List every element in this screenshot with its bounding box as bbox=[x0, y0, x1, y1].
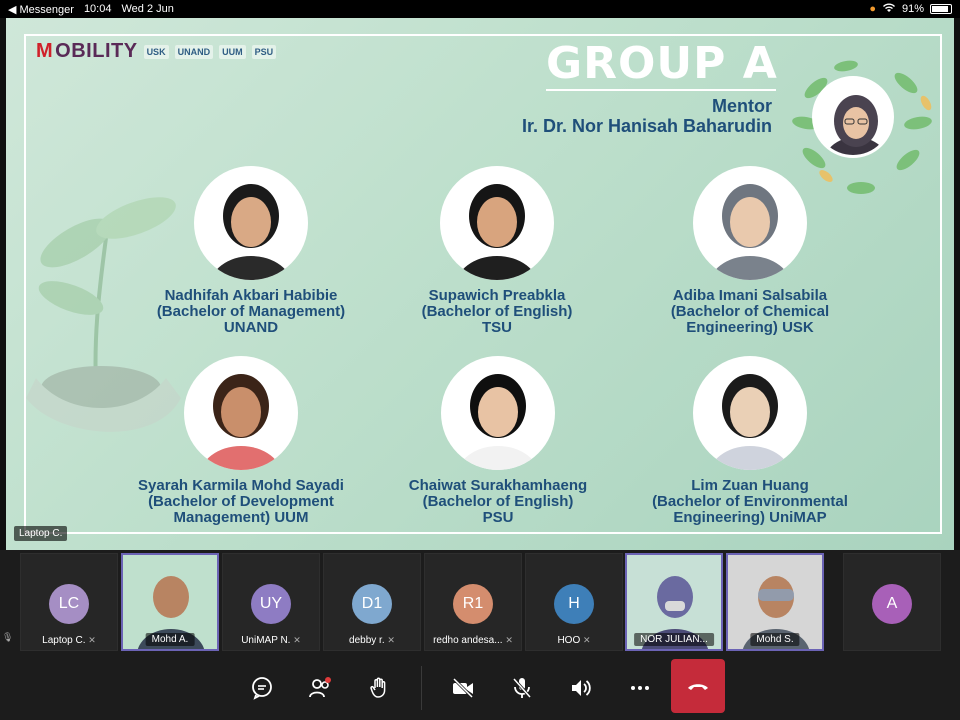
member-degree: (Bachelor of Management) bbox=[156, 303, 346, 320]
member-card: Syarah Karmila Mohd Sayadi (Bachelor of D… bbox=[121, 356, 361, 526]
member-degree: (Bachelor of English) bbox=[422, 493, 574, 510]
toolbar-divider bbox=[421, 666, 422, 710]
member-photo bbox=[194, 166, 308, 280]
battery-percent: 91% bbox=[901, 3, 924, 15]
status-bar: ◀ Messenger 10:04 Wed 2 Jun ● 91% bbox=[0, 0, 960, 18]
presentation-slide: M OBILITY USK UNAND UUM PSU GROUP A Mento… bbox=[6, 18, 954, 550]
title-underline bbox=[546, 89, 776, 91]
member-name: Adiba Imani Salsabila bbox=[672, 287, 828, 304]
member-name: Lim Zuan Huang bbox=[691, 477, 809, 494]
member-card: Chaiwat Surakhamhaeng (Bachelor of Englis… bbox=[378, 356, 618, 526]
participant-name: Mohd S. bbox=[750, 633, 800, 646]
shared-screen: M OBILITY USK UNAND UUM PSU GROUP A Mento… bbox=[0, 18, 960, 550]
member-university: Engineering) UniMAP bbox=[673, 509, 827, 526]
participant-name: UniMAP N. ✕ bbox=[241, 635, 301, 646]
member-card: Nadhifah Akbari Habibie (Bachelor of Mana… bbox=[131, 166, 371, 336]
participant-tile[interactable]: Mohd A. bbox=[121, 553, 219, 651]
mic-muted-icon: ✕ bbox=[293, 635, 301, 645]
camera-off-icon[interactable] bbox=[447, 672, 479, 704]
participant-tile[interactable]: NOR JULIAN... bbox=[625, 553, 723, 651]
presenter-name-tag: Laptop C. bbox=[14, 526, 68, 541]
mic-muted-icon: ✕ bbox=[88, 635, 96, 645]
mic-muted-icon: ✕ bbox=[583, 635, 591, 645]
participant-tile[interactable]: LC Laptop C. ✕ bbox=[20, 553, 118, 651]
participant-tile[interactable]: H HOO ✕ bbox=[525, 553, 623, 651]
more-icon[interactable] bbox=[624, 672, 656, 704]
member-card: Supawich Preabkla (Bachelor of English) TS… bbox=[377, 166, 617, 336]
participant-name: debby r. ✕ bbox=[349, 635, 395, 646]
member-photo bbox=[693, 356, 807, 470]
member-photo bbox=[184, 356, 298, 470]
orientation-lock-icon: ● bbox=[869, 3, 876, 15]
usk-logo: USK bbox=[143, 44, 169, 59]
member-degree: (Bachelor of English) bbox=[421, 303, 573, 320]
participant-avatar: H bbox=[554, 584, 594, 624]
mic-muted-icon: ✕ bbox=[505, 635, 513, 645]
member-degree: (Bachelor of Chemical bbox=[670, 303, 830, 320]
mentor-name: Ir. Dr. Nor Hanisah Baharudin bbox=[521, 116, 772, 136]
participant-tile[interactable]: A bbox=[843, 553, 941, 651]
end-call-icon bbox=[688, 684, 708, 690]
participant-avatar: D1 bbox=[352, 584, 392, 624]
member-degree: (Bachelor of Development bbox=[148, 493, 334, 510]
member-card: Lim Zuan Huang (Bachelor of Environmental… bbox=[630, 356, 870, 526]
participant-name: redho andesa... ✕ bbox=[433, 635, 513, 646]
uum-logo: UUM bbox=[219, 44, 246, 59]
mentor-photo bbox=[812, 76, 894, 158]
member-university: TSU bbox=[482, 319, 512, 336]
mic-muted-icon: 🎙 bbox=[2, 632, 14, 642]
mobility-logo: M OBILITY bbox=[36, 40, 138, 62]
meeting-toolbar bbox=[0, 654, 960, 720]
member-university: UNAND bbox=[223, 319, 279, 336]
member-card: Adiba Imani Salsabila (Bachelor of Chemic… bbox=[630, 166, 870, 336]
mic-off-icon[interactable] bbox=[506, 672, 538, 704]
group-title: GROUP A bbox=[546, 38, 778, 89]
participant-name: HOO ✕ bbox=[557, 635, 591, 646]
chat-icon[interactable] bbox=[246, 672, 278, 704]
raise-hand-icon[interactable] bbox=[363, 672, 395, 704]
partner-logos: M OBILITY USK UNAND UUM PSU bbox=[36, 40, 277, 63]
member-degree: (Bachelor of Environmental bbox=[652, 493, 848, 510]
mentor-block: Mentor Ir. Dr. Nor Hanisah Baharudin bbox=[522, 96, 772, 136]
member-university: PSU bbox=[482, 509, 514, 526]
participant-gallery[interactable]: LC Laptop C. ✕ Mohd A. UY UniMAP N. ✕ D1 debby… bbox=[0, 550, 960, 654]
member-photo bbox=[441, 356, 555, 470]
member-university: Management) UUM bbox=[173, 509, 309, 526]
member-photo bbox=[440, 166, 554, 280]
member-university: Engineering) USK bbox=[686, 319, 814, 336]
end-call-button[interactable] bbox=[671, 659, 725, 713]
participant-name: Laptop C. ✕ bbox=[42, 635, 96, 646]
participant-tile[interactable]: UY UniMAP N. ✕ bbox=[222, 553, 320, 651]
status-date: Wed 2 Jun bbox=[121, 3, 174, 15]
psu-logo: PSU bbox=[251, 44, 277, 59]
participant-name: NOR JULIAN... bbox=[634, 633, 714, 646]
participant-name: Mohd A. bbox=[145, 633, 195, 646]
participant-tile[interactable]: D1 debby r. ✕ bbox=[323, 553, 421, 651]
back-to-messenger[interactable]: ◀ Messenger bbox=[8, 3, 74, 16]
mentor-label: Mentor bbox=[712, 96, 772, 116]
member-name: Syarah Karmila Mohd Sayadi bbox=[138, 477, 344, 494]
participant-tile[interactable]: Mohd S. bbox=[726, 553, 824, 651]
participant-avatar: LC bbox=[49, 584, 89, 624]
participant-avatar: A bbox=[872, 584, 912, 624]
member-name: Nadhifah Akbari Habibie bbox=[164, 287, 338, 304]
participant-tile[interactable]: R1 redho andesa... ✕ bbox=[424, 553, 522, 651]
wifi-icon bbox=[882, 2, 896, 16]
participant-avatar: R1 bbox=[453, 584, 493, 624]
participant-avatar: UY bbox=[251, 584, 291, 624]
battery-icon bbox=[930, 4, 952, 14]
status-time: 10:04 bbox=[83, 3, 112, 15]
member-name: Supawich Preabkla bbox=[428, 287, 566, 304]
participants-icon[interactable] bbox=[304, 672, 336, 704]
member-name: Chaiwat Surakhamhaeng bbox=[408, 477, 588, 494]
unand-logo: UNAND bbox=[174, 44, 214, 59]
member-photo bbox=[693, 166, 807, 280]
mic-muted-icon: ✕ bbox=[387, 635, 395, 645]
speaker-icon[interactable] bbox=[565, 672, 597, 704]
